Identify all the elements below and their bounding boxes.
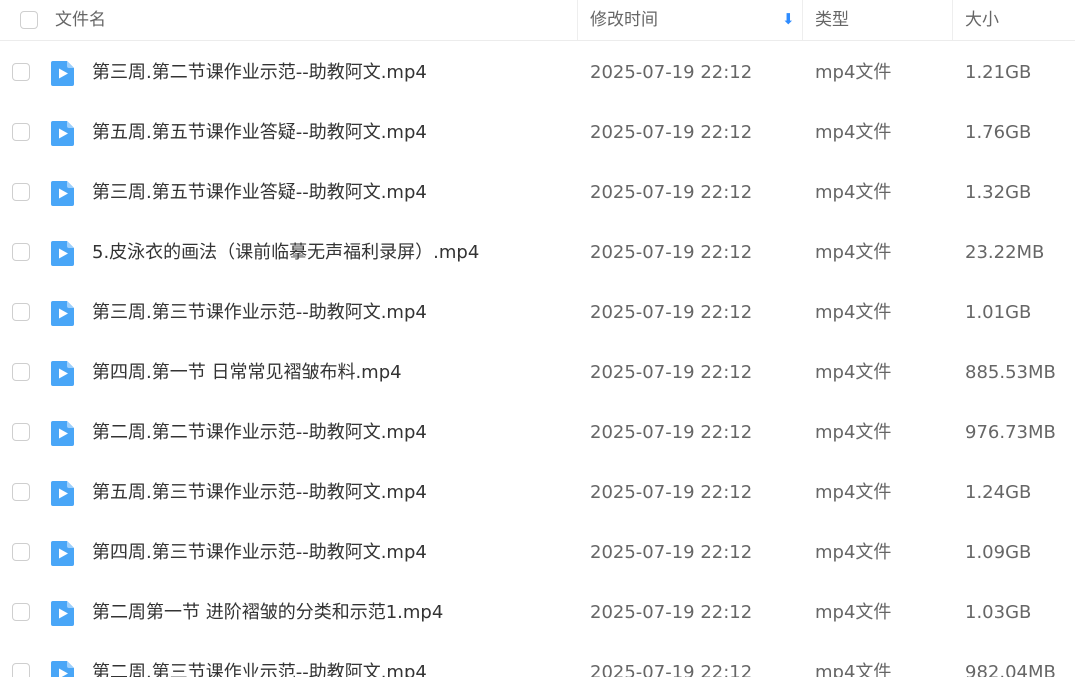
row-checkbox[interactable]	[12, 423, 30, 441]
file-row[interactable]: 第二周第一节 进阶褶皱的分类和示范1.mp4 2025-07-19 22:12 mp…	[0, 583, 1075, 643]
file-size: 976.73MB	[965, 422, 1056, 443]
file-type: mp4文件	[815, 602, 892, 623]
video-file-icon	[51, 121, 74, 146]
file-size: 885.53MB	[965, 362, 1056, 383]
video-file-icon	[51, 181, 74, 206]
file-row[interactable]: 第二周.第二节课作业示范--助教阿文.mp4 2025-07-19 22:12 mp…	[0, 403, 1075, 463]
file-modified-time: 2025-07-19 22:12	[590, 542, 753, 563]
file-type: mp4文件	[815, 242, 892, 263]
file-size: 1.01GB	[965, 302, 1032, 323]
file-name[interactable]: 第五周.第三节课作业示范--助教阿文.mp4	[92, 463, 427, 523]
row-checkbox[interactable]	[12, 123, 30, 141]
file-size: 1.76GB	[965, 122, 1032, 143]
file-type: mp4文件	[815, 422, 892, 443]
file-type: mp4文件	[815, 482, 892, 503]
file-modified-time: 2025-07-19 22:12	[590, 602, 753, 623]
file-modified-time: 2025-07-19 22:12	[590, 62, 753, 83]
file-type: mp4文件	[815, 122, 892, 143]
row-checkbox[interactable]	[12, 543, 30, 561]
row-checkbox[interactable]	[12, 243, 30, 261]
file-rows: 第三周.第二节课作业示范--助教阿文.mp4 2025-07-19 22:12 mp…	[0, 43, 1075, 677]
file-modified-time: 2025-07-19 22:12	[590, 482, 753, 503]
file-row[interactable]: 第四周.第一节 日常常见褶皱布料.mp4 2025-07-19 22:12 mp4文…	[0, 343, 1075, 403]
column-header-modified-time[interactable]: 修改时间	[590, 0, 658, 40]
file-size: 1.03GB	[965, 602, 1032, 623]
file-size: 1.24GB	[965, 482, 1032, 503]
file-row[interactable]: 第三周.第三节课作业示范--助教阿文.mp4 2025-07-19 22:12 mp…	[0, 283, 1075, 343]
column-divider[interactable]	[952, 0, 953, 40]
file-type: mp4文件	[815, 62, 892, 83]
file-type: mp4文件	[815, 662, 892, 677]
file-modified-time: 2025-07-19 22:12	[590, 122, 753, 143]
file-modified-time: 2025-07-19 22:12	[590, 362, 753, 383]
file-modified-time: 2025-07-19 22:12	[590, 242, 753, 263]
file-type: mp4文件	[815, 542, 892, 563]
file-name[interactable]: 第四周.第一节 日常常见褶皱布料.mp4	[92, 343, 402, 403]
video-file-icon	[51, 61, 74, 86]
row-checkbox[interactable]	[12, 183, 30, 201]
file-row[interactable]: 第三周.第五节课作业答疑--助教阿文.mp4 2025-07-19 22:12 mp…	[0, 163, 1075, 223]
video-file-icon	[51, 241, 74, 266]
file-name[interactable]: 第五周.第五节课作业答疑--助教阿文.mp4	[92, 103, 427, 163]
row-checkbox[interactable]	[12, 63, 30, 81]
file-name[interactable]: 第二周.第三节课作业示范--助教阿文.mp4	[92, 643, 427, 677]
file-size: 23.22MB	[965, 242, 1045, 263]
video-file-icon	[51, 301, 74, 326]
file-name[interactable]: 5.皮泳衣的画法（课前临摹无声福利录屏）.mp4	[92, 223, 479, 283]
file-name[interactable]: 第二周第一节 进阶褶皱的分类和示范1.mp4	[92, 583, 443, 643]
file-modified-time: 2025-07-19 22:12	[590, 662, 753, 677]
file-list: 文件名 修改时间 ⬇ 类型 大小 第三周.第二节课作业示范--助教阿文.mp4 2…	[0, 0, 1075, 677]
file-size: 1.32GB	[965, 182, 1032, 203]
column-header-type[interactable]: 类型	[815, 0, 849, 40]
file-type: mp4文件	[815, 182, 892, 203]
file-modified-time: 2025-07-19 22:12	[590, 182, 753, 203]
row-checkbox[interactable]	[12, 483, 30, 501]
sort-down-icon[interactable]: ⬇	[782, 0, 795, 40]
file-name[interactable]: 第三周.第二节课作业示范--助教阿文.mp4	[92, 43, 427, 103]
column-divider[interactable]	[577, 0, 578, 40]
file-row[interactable]: 第五周.第五节课作业答疑--助教阿文.mp4 2025-07-19 22:12 mp…	[0, 103, 1075, 163]
video-file-icon	[51, 481, 74, 506]
column-header-name[interactable]: 文件名	[55, 0, 106, 40]
video-file-icon	[51, 661, 74, 677]
file-name[interactable]: 第四周.第三节课作业示范--助教阿文.mp4	[92, 523, 427, 583]
file-name[interactable]: 第三周.第五节课作业答疑--助教阿文.mp4	[92, 163, 427, 223]
file-name[interactable]: 第三周.第三节课作业示范--助教阿文.mp4	[92, 283, 427, 343]
file-type: mp4文件	[815, 362, 892, 383]
row-checkbox[interactable]	[12, 663, 30, 677]
row-checkbox[interactable]	[12, 603, 30, 621]
file-name[interactable]: 第二周.第二节课作业示范--助教阿文.mp4	[92, 403, 427, 463]
file-row[interactable]: 第五周.第三节课作业示范--助教阿文.mp4 2025-07-19 22:12 mp…	[0, 463, 1075, 523]
file-type: mp4文件	[815, 302, 892, 323]
list-header: 文件名 修改时间 ⬇ 类型 大小	[0, 0, 1075, 41]
video-file-icon	[51, 361, 74, 386]
row-checkbox[interactable]	[12, 363, 30, 381]
video-file-icon	[51, 421, 74, 446]
file-size: 1.09GB	[965, 542, 1032, 563]
file-size: 982.04MB	[965, 662, 1056, 677]
file-row[interactable]: 5.皮泳衣的画法（课前临摹无声福利录屏）.mp4 2025-07-19 22:12…	[0, 223, 1075, 283]
file-row[interactable]: 第四周.第三节课作业示范--助教阿文.mp4 2025-07-19 22:12 mp…	[0, 523, 1075, 583]
column-header-size[interactable]: 大小	[965, 0, 999, 40]
select-all-checkbox[interactable]	[20, 11, 38, 29]
file-size: 1.21GB	[965, 62, 1032, 83]
file-row[interactable]: 第二周.第三节课作业示范--助教阿文.mp4 2025-07-19 22:12 mp…	[0, 643, 1075, 677]
file-modified-time: 2025-07-19 22:12	[590, 422, 753, 443]
file-modified-time: 2025-07-19 22:12	[590, 302, 753, 323]
row-checkbox[interactable]	[12, 303, 30, 321]
column-divider[interactable]	[802, 0, 803, 40]
video-file-icon	[51, 541, 74, 566]
file-row[interactable]: 第三周.第二节课作业示范--助教阿文.mp4 2025-07-19 22:12 mp…	[0, 43, 1075, 103]
video-file-icon	[51, 601, 74, 626]
